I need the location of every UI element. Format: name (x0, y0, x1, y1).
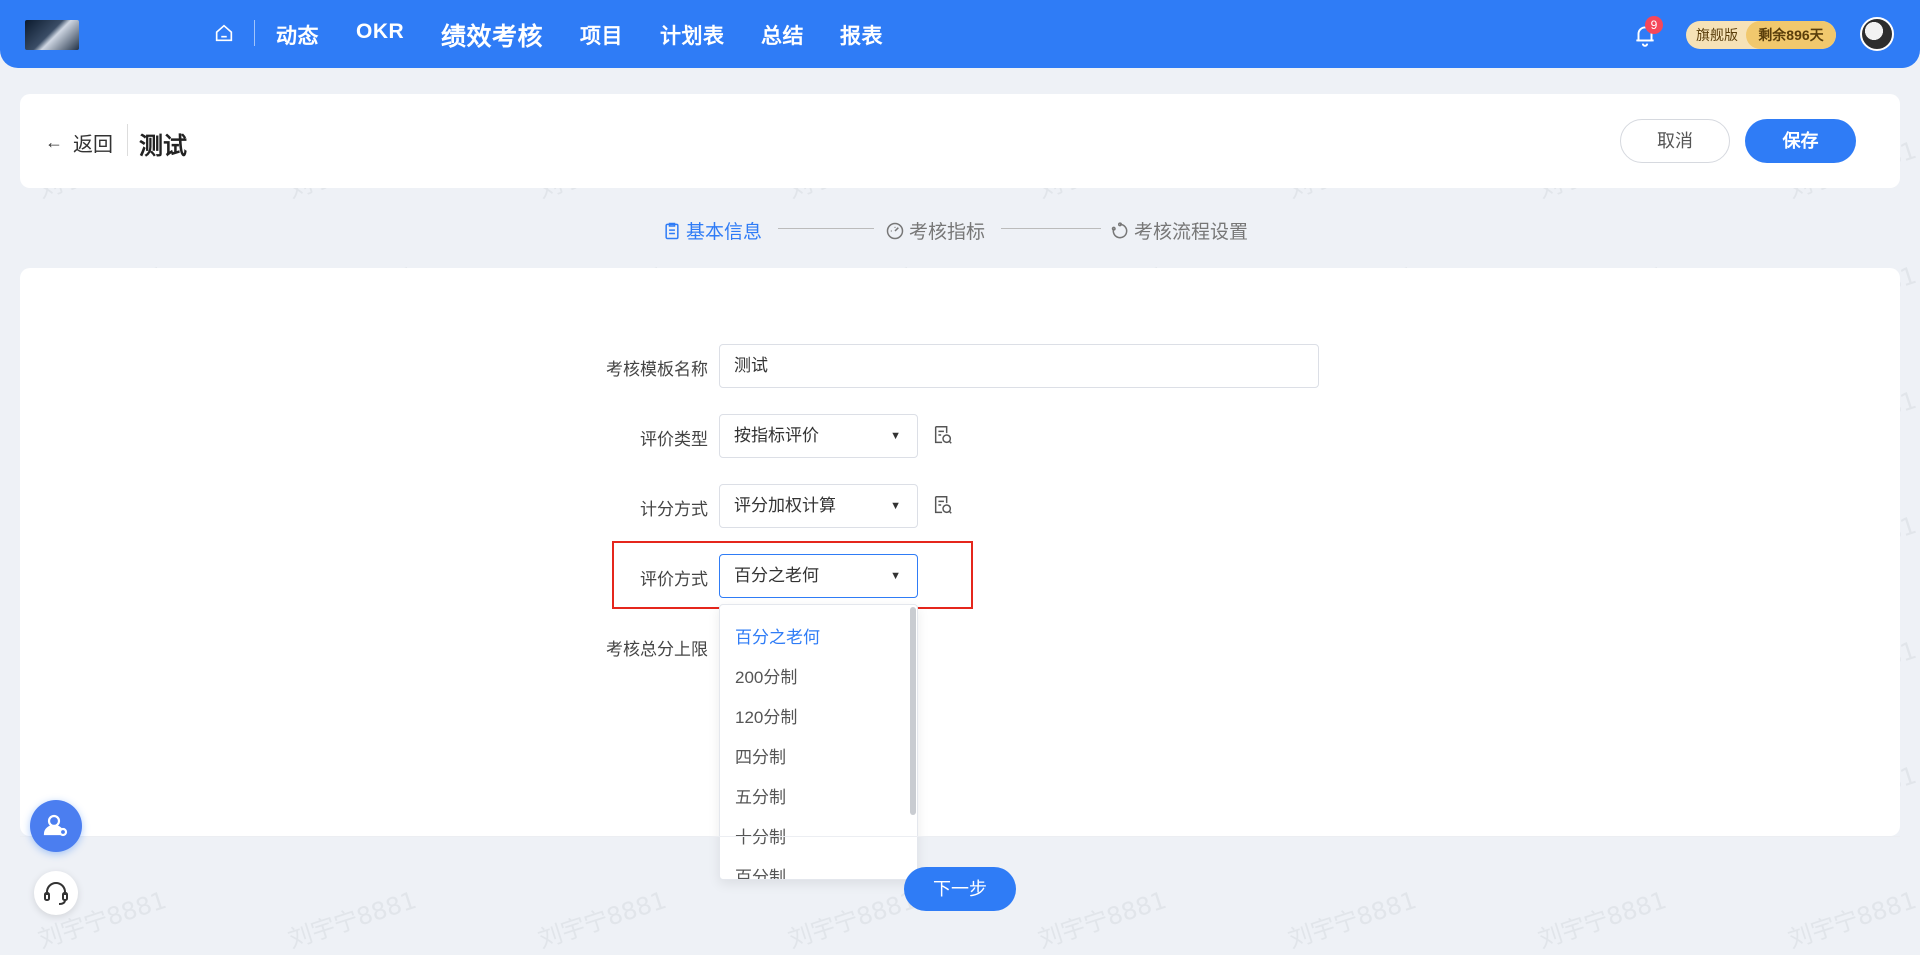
watermark-text: 刘宇宁8881 (1284, 886, 1420, 954)
home-icon[interactable] (213, 22, 235, 44)
template-name-label: 考核模板名称 (606, 360, 708, 379)
avatar[interactable] (1860, 17, 1894, 51)
caret-down-icon: ▼ (890, 500, 901, 512)
dropdown-option[interactable]: 200分制 (720, 658, 917, 698)
customer-service-button[interactable] (34, 871, 78, 915)
nav-item-okr[interactable]: OKR (356, 20, 404, 44)
nav-item-summary[interactable]: 总结 (761, 20, 804, 50)
watermark-text: 刘宇宁8881 (1784, 886, 1920, 954)
eval-type-select[interactable]: 按指标评价 ▼ (719, 414, 918, 458)
doc-search-icon[interactable] (932, 424, 954, 446)
eval-type-value: 按指标评价 (734, 426, 819, 445)
app-logo[interactable] (25, 20, 79, 50)
arrow-left-icon: ← (45, 132, 63, 152)
watermark-text: 刘宇宁8881 (784, 886, 920, 954)
nav-divider (254, 20, 255, 46)
step-connector (778, 228, 874, 229)
footer-divider (20, 836, 1900, 837)
clipboard-icon (665, 222, 679, 239)
nav-item-reports[interactable]: 报表 (840, 20, 883, 50)
scoring-method-select[interactable]: 评分加权计算 ▼ (719, 484, 918, 528)
page-header (20, 94, 1900, 188)
step-label: 考核指标 (909, 222, 986, 243)
step-indicators[interactable]: 考核指标 (885, 217, 985, 244)
dropdown-option[interactable]: 十分制 (720, 818, 917, 858)
total-cap-label: 考核总分上限 (606, 640, 708, 659)
cycle-icon (1111, 221, 1128, 238)
dropdown-option[interactable]: 120分制 (720, 698, 917, 738)
step-process-settings[interactable]: 考核流程设置 (1110, 217, 1248, 244)
step-basic-info[interactable]: 基本信息 (662, 217, 762, 244)
top-nav-bar: 动态 OKR 绩效考核 项目 计划表 总结 报表 9 旗舰版 剩余896天 (0, 0, 1920, 68)
user-gear-icon (43, 814, 68, 837)
plan-remaining: 剩余896天 (1746, 21, 1836, 49)
template-name-input[interactable]: 测试 (719, 344, 1319, 388)
header-divider (127, 124, 128, 156)
back-label: 返回 (73, 134, 113, 156)
eval-method-dropdown: 百分之老何 200分制 120分制 四分制 五分制 十分制 百分制 (719, 604, 918, 880)
user-assistant-button[interactable] (30, 800, 82, 852)
watermark-text: 刘宇宁8881 (1034, 886, 1170, 954)
dropdown-option[interactable]: 百分之老何 (720, 618, 917, 658)
dropdown-scrollbar[interactable] (910, 607, 916, 815)
step-connector (1001, 228, 1101, 229)
scoring-method-value: 评分加权计算 (734, 496, 836, 515)
watermark-text: 刘宇宁8881 (534, 886, 670, 954)
dropdown-option[interactable]: 百分制 (720, 858, 917, 879)
highlight-annotation (612, 541, 973, 609)
caret-down-icon: ▼ (890, 430, 901, 442)
headset-icon (44, 882, 68, 905)
back-button[interactable]: ← 返回 (45, 128, 113, 157)
watermark-text: 刘宇宁8881 (284, 886, 420, 954)
nav-item-dynamics[interactable]: 动态 (276, 20, 319, 50)
eval-type-label: 评价类型 (640, 430, 708, 449)
doc-search-icon[interactable] (932, 494, 954, 516)
next-step-button[interactable]: 下一步 (904, 867, 1016, 911)
plan-label: 旗舰版 (1696, 27, 1738, 43)
nav-item-performance[interactable]: 绩效考核 (441, 17, 543, 53)
step-label: 基本信息 (686, 222, 763, 243)
watermark-text: 刘宇宁8881 (1534, 886, 1670, 954)
dropdown-option[interactable]: 五分制 (720, 778, 917, 818)
dropdown-option[interactable]: 四分制 (720, 738, 917, 778)
save-button[interactable]: 保存 (1745, 119, 1856, 163)
scoring-method-label: 计分方式 (640, 500, 708, 519)
gauge-icon (886, 222, 904, 239)
page-title: 测试 (139, 133, 187, 160)
cancel-button[interactable]: 取消 (1620, 119, 1730, 163)
nav-item-schedule[interactable]: 计划表 (660, 20, 725, 50)
step-label: 考核流程设置 (1134, 222, 1249, 243)
notification-badge: 9 (1645, 16, 1663, 34)
plan-badge[interactable]: 旗舰版 剩余896天 (1686, 21, 1836, 49)
nav-item-projects[interactable]: 项目 (580, 20, 623, 50)
